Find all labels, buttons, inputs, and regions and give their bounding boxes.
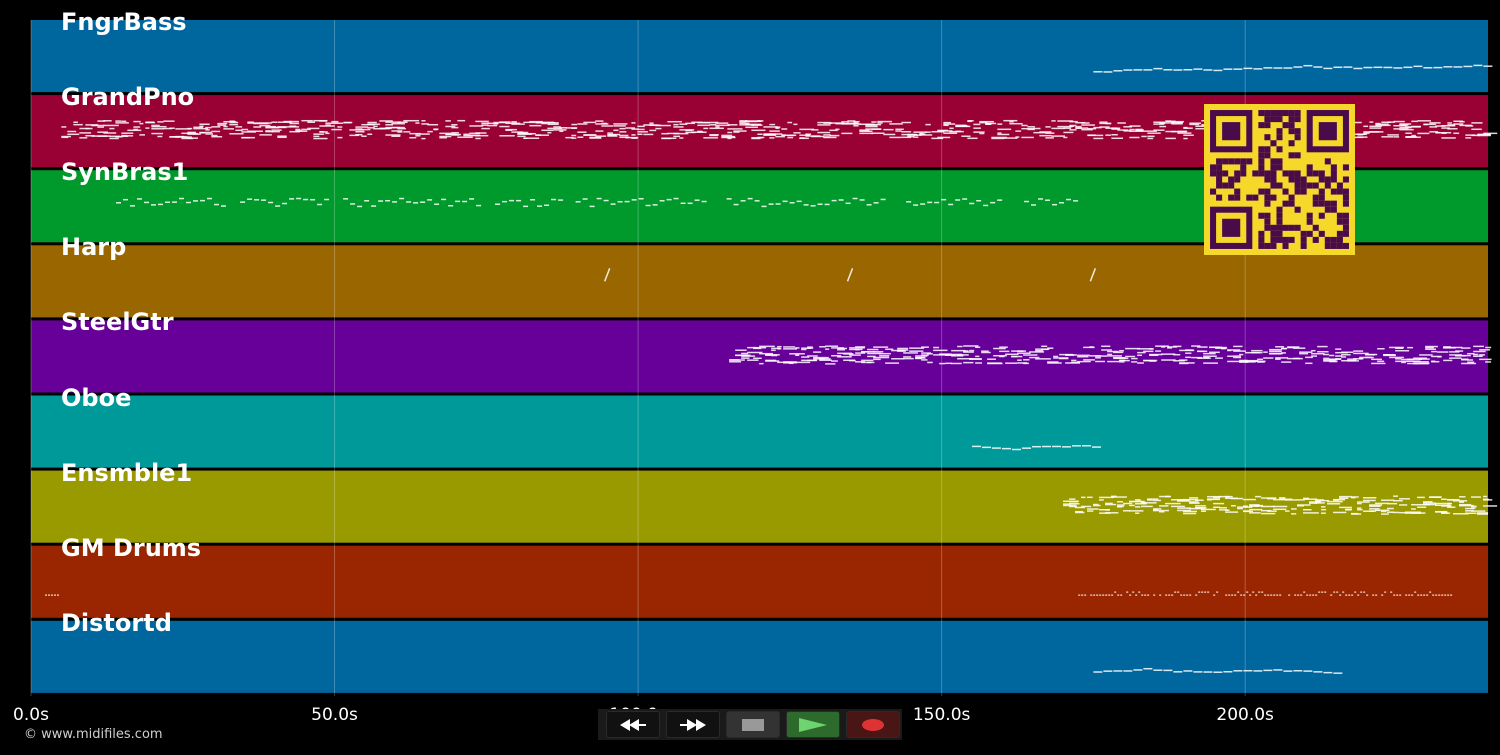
track-lane-4 bbox=[31, 320, 1488, 393]
x-tick-label: 150.0s bbox=[912, 705, 971, 725]
track-label: FngrBass bbox=[61, 8, 187, 36]
fast-forward-button[interactable] bbox=[666, 711, 720, 738]
stop-icon bbox=[742, 718, 764, 731]
play-button[interactable] bbox=[786, 711, 840, 738]
credit-text: © www.midifiles.com bbox=[24, 727, 163, 742]
track-label: GM Drums bbox=[61, 533, 202, 562]
track-label: Distortd bbox=[61, 608, 172, 637]
track-label: SteelGtr bbox=[61, 308, 174, 337]
x-tick-label: 200.0s bbox=[1216, 705, 1274, 725]
stop-button[interactable] bbox=[726, 711, 780, 738]
play-icon bbox=[799, 717, 827, 732]
qr-code bbox=[1204, 104, 1355, 255]
track-label: Ensmble1 bbox=[61, 458, 193, 487]
track-lane-3 bbox=[31, 245, 1488, 318]
rewind-icon bbox=[620, 718, 646, 731]
track-lane-7 bbox=[31, 545, 1488, 618]
track-label: Harp bbox=[61, 233, 127, 262]
track-lane-5 bbox=[31, 395, 1488, 468]
record-button[interactable] bbox=[846, 711, 900, 738]
transport-bar bbox=[598, 709, 902, 740]
x-tick-label: 0.0s bbox=[13, 705, 49, 725]
rewind-button[interactable] bbox=[606, 711, 660, 738]
track-lane-8 bbox=[31, 620, 1488, 693]
track-label: Oboe bbox=[61, 383, 132, 412]
track-label: SynBras1 bbox=[61, 158, 189, 187]
record-icon bbox=[862, 718, 884, 731]
fast-forward-icon bbox=[680, 718, 706, 731]
track-label: GrandPno bbox=[61, 83, 195, 112]
x-tick-label: 50.0s bbox=[311, 705, 358, 725]
track-lane-0 bbox=[31, 20, 1488, 93]
